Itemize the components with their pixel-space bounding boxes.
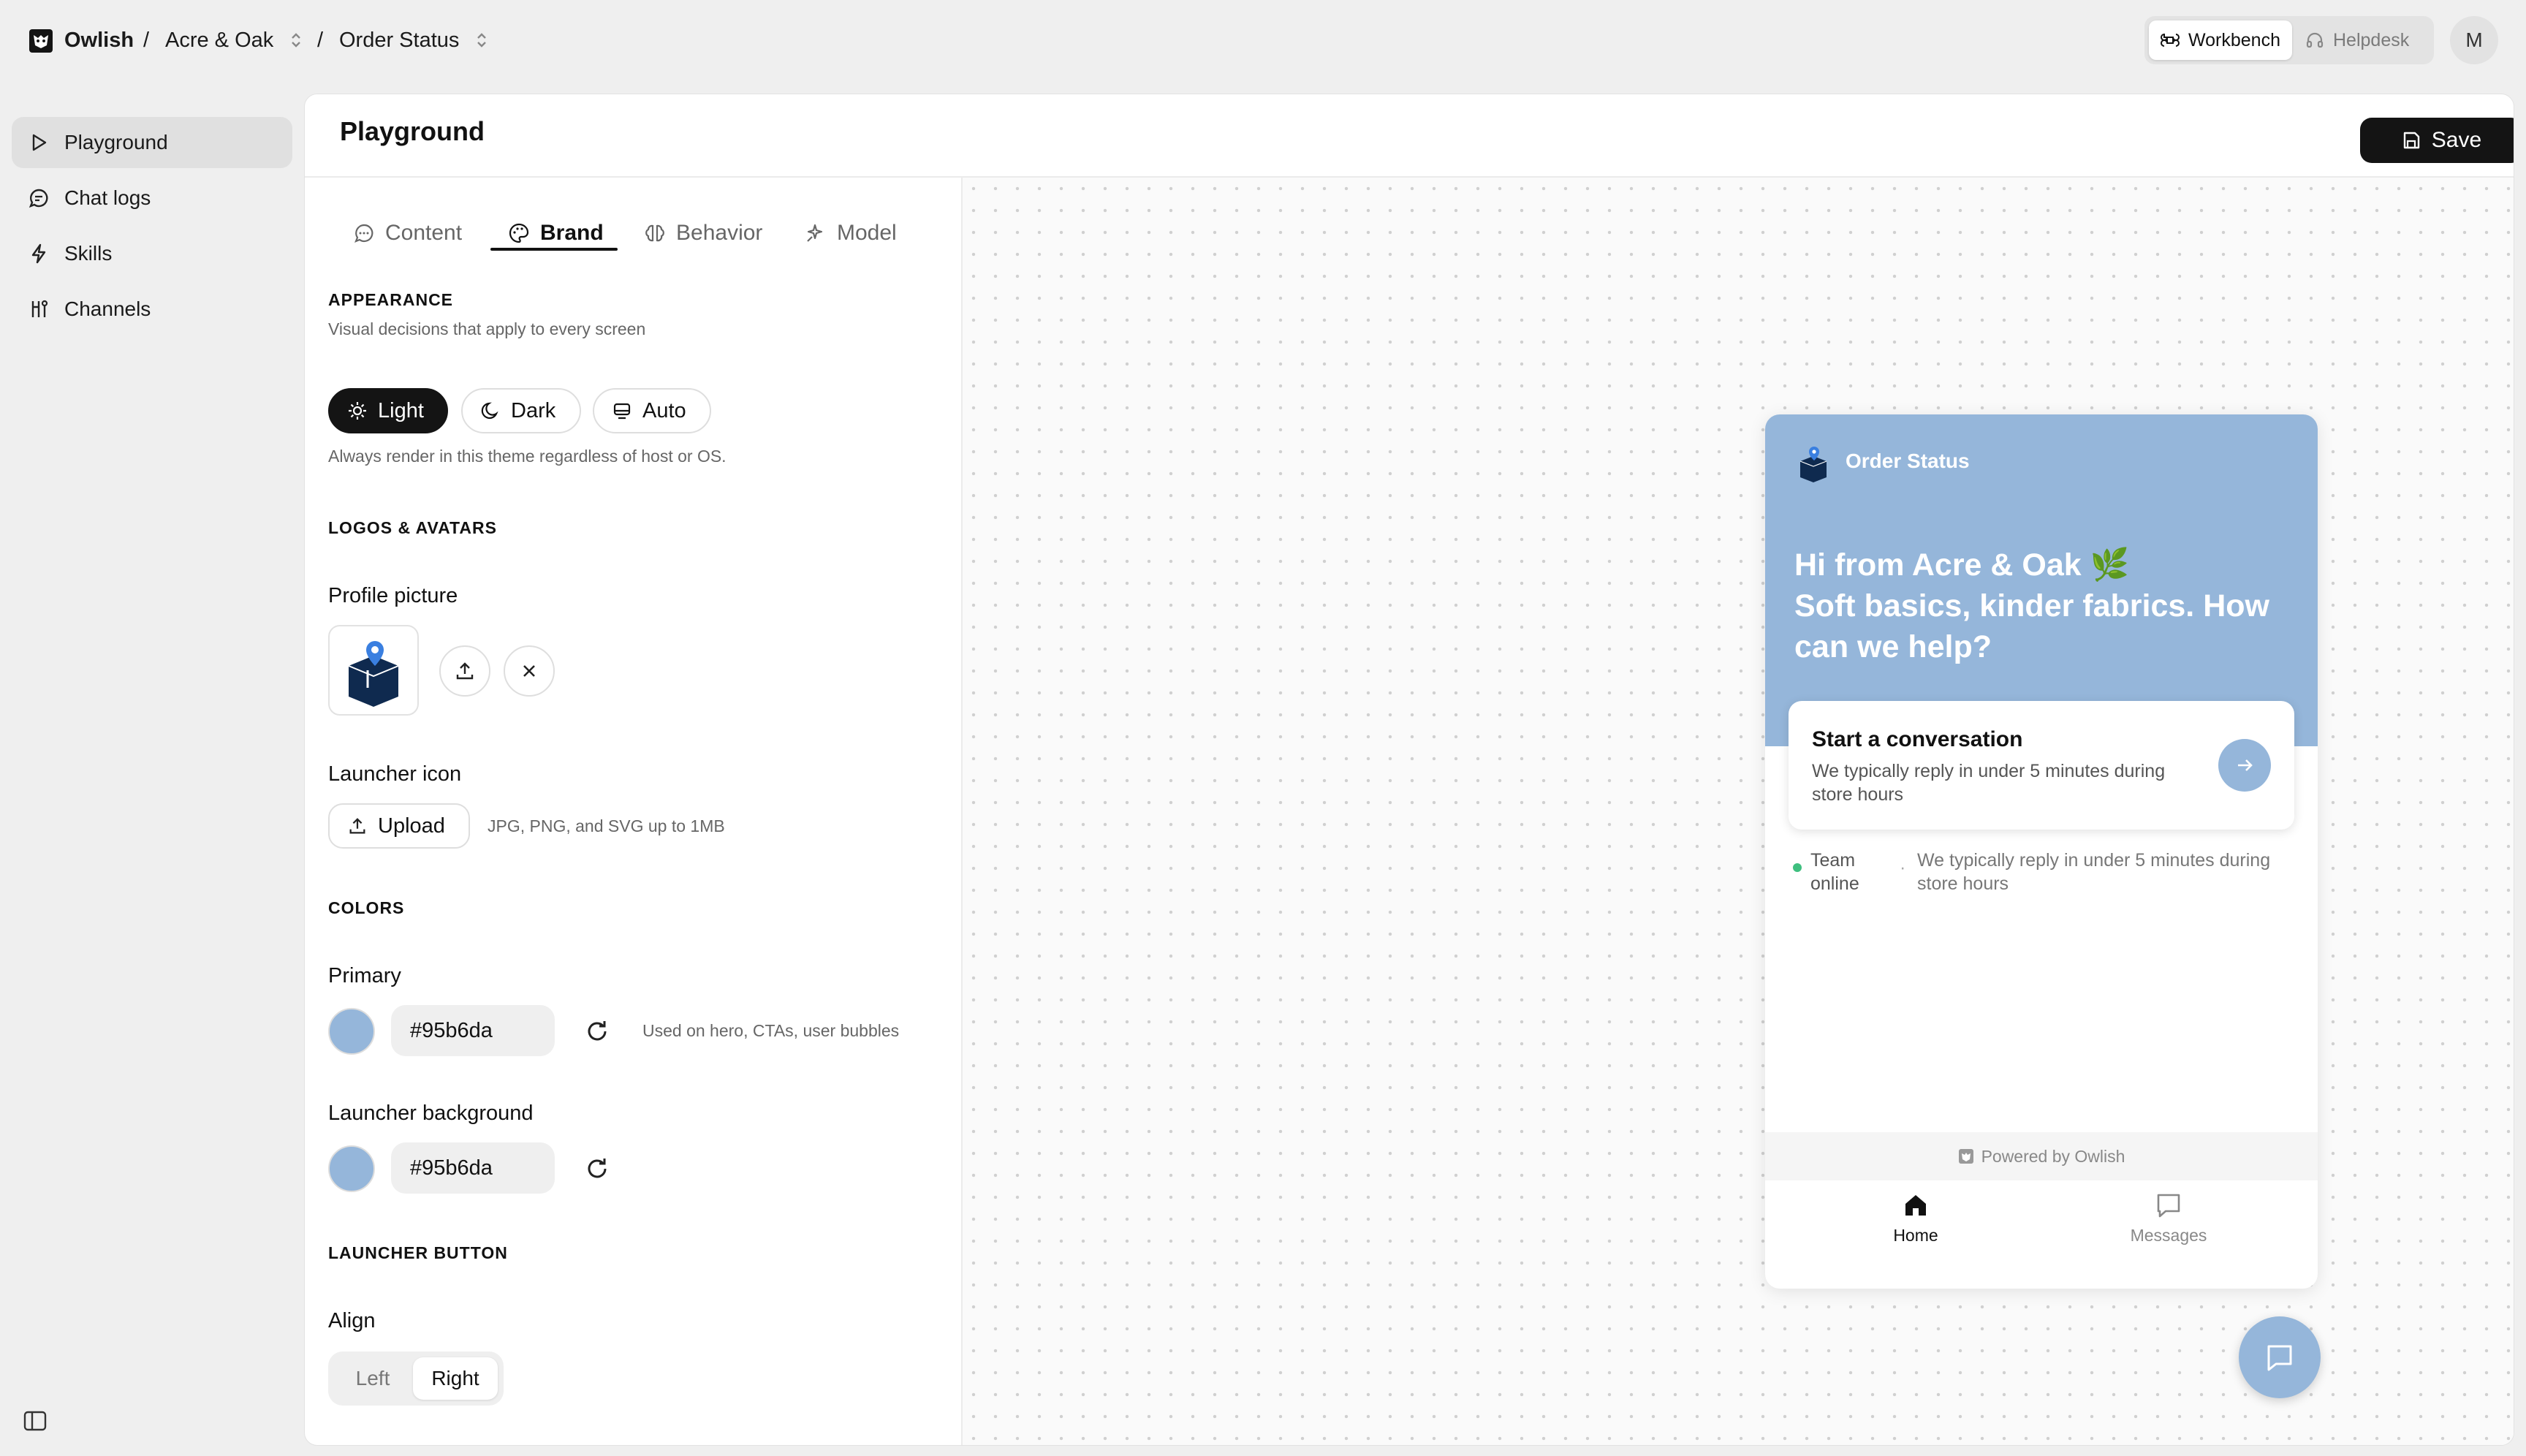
theme-auto-button[interactable]: Auto — [593, 388, 711, 433]
headset-icon — [2306, 32, 2324, 48]
user-avatar[interactable]: M — [2450, 16, 2498, 64]
active-tab-indicator — [490, 248, 618, 251]
breadcrumb-separator: / — [317, 28, 324, 52]
sun-icon — [349, 402, 366, 420]
tab-behavior[interactable]: Behavior — [644, 210, 762, 257]
chat-widget-preview: Order Status Hi from Acre & Oak 🌿 Soft b… — [1765, 414, 2318, 1289]
message-icon — [2267, 1345, 2292, 1371]
appearance-subtitle: Visual decisions that apply to every scr… — [328, 319, 646, 338]
logos-heading: LOGOS & AVATARS — [328, 518, 497, 537]
launcher-background-swatch[interactable] — [328, 1145, 375, 1192]
mode-switcher: Workbench Helpdesk — [2144, 16, 2434, 64]
sparkle-icon — [807, 224, 823, 242]
command-icon — [2161, 33, 2180, 47]
align-segmented-control: Left Right — [328, 1351, 504, 1406]
colors-heading: COLORS — [328, 898, 405, 917]
primary-color-swatch[interactable] — [328, 1008, 375, 1055]
theme-dark-button[interactable]: Dark — [461, 388, 581, 433]
close-icon — [523, 665, 535, 677]
primary-color-input[interactable]: #95b6da — [391, 1005, 555, 1056]
tab-model[interactable]: Model — [805, 210, 897, 257]
play-icon — [32, 134, 47, 151]
widget-hero: Order Status Hi from Acre & Oak 🌿 Soft b… — [1765, 414, 2318, 746]
appearance-heading: APPEARANCE — [328, 290, 454, 309]
theme-light-button[interactable]: Light — [328, 388, 448, 433]
channels-icon — [31, 300, 48, 317]
widget-greeting: Hi from Acre & Oak 🌿 Soft basics, kinder… — [1794, 547, 2269, 664]
launcher-button-preview[interactable] — [2239, 1316, 2321, 1398]
upload-hint: JPG, PNG, and SVG up to 1MB — [488, 816, 725, 835]
chevron-updown-icon — [477, 33, 487, 48]
message-icon — [2157, 1194, 2180, 1218]
workspace-switcher[interactable]: Acre & Oak — [165, 23, 304, 57]
workbench-tab[interactable]: Workbench — [2149, 20, 2292, 60]
palette-icon — [509, 223, 529, 243]
launcher-button-heading: LAUNCHER BUTTON — [328, 1243, 508, 1262]
align-label: Align — [328, 1309, 376, 1332]
workspace-name: Acre & Oak — [165, 28, 274, 52]
reset-launcher-color-icon[interactable] — [583, 1154, 612, 1183]
launcher-background-label: Launcher background — [328, 1102, 534, 1125]
playground-panel: Playground Save Content Brand Behavior M… — [304, 94, 2514, 1446]
start-conversation-button[interactable] — [2218, 739, 2271, 792]
save-button[interactable]: Save — [2360, 118, 2514, 163]
upload-profile-button[interactable] — [439, 645, 490, 697]
team-status: Team online · We typically reply in unde… — [1793, 849, 2290, 900]
page-switcher[interactable]: Order Status — [339, 23, 490, 57]
brand-name[interactable]: Owlish — [64, 23, 134, 57]
upload-icon — [456, 662, 474, 680]
sidebar-item-skills[interactable]: Skills — [12, 228, 292, 279]
sidebar-item-chat-logs[interactable]: Chat logs — [12, 172, 292, 224]
launcher-icon-label: Launcher icon — [328, 762, 462, 786]
sidebar-item-playground[interactable]: Playground — [12, 117, 292, 168]
sidebar-toggle-icon — [23, 1411, 47, 1431]
page-name: Order Status — [339, 28, 460, 52]
launcher-background-input[interactable]: #95b6da — [391, 1142, 555, 1194]
sidebar-item-channels[interactable]: Channels — [12, 284, 292, 335]
start-conversation-card[interactable]: Start a conversation We typically reply … — [1789, 701, 2294, 830]
profile-picture-preview — [328, 625, 419, 716]
online-dot — [1793, 863, 1802, 872]
brain-icon — [645, 224, 664, 242]
page-title: Playground — [340, 116, 485, 146]
widget-nav-messages[interactable]: Messages — [2095, 1191, 2242, 1271]
box-pin-avatar-icon — [348, 641, 399, 707]
save-icon — [2403, 132, 2419, 149]
breadcrumb-separator: / — [143, 28, 150, 52]
upload-launcher-button[interactable]: Upload — [328, 803, 470, 849]
collapse-sidebar-button[interactable] — [23, 1411, 47, 1431]
chevron-updown-icon — [292, 33, 301, 48]
align-right-option[interactable]: Right — [413, 1357, 498, 1400]
moon-icon — [481, 402, 498, 420]
home-icon — [1905, 1195, 1926, 1216]
owl-logo-icon — [29, 29, 53, 53]
primary-color-label: Primary — [328, 964, 401, 987]
powered-by-footer: Powered by Owlish — [1765, 1132, 2318, 1180]
widget-nav-home[interactable]: Home — [1843, 1191, 1989, 1271]
upload-icon — [349, 818, 365, 834]
tab-content[interactable]: Content — [353, 210, 462, 257]
arrow-right-icon — [2238, 759, 2253, 771]
align-left-option[interactable]: Left — [334, 1357, 411, 1400]
preview-canvas: Order Status Hi from Acre & Oak 🌿 Soft b… — [963, 178, 2514, 1445]
helpdesk-tab[interactable]: Helpdesk — [2294, 20, 2421, 60]
primary-color-hint: Used on hero, CTAs, user bubbles — [642, 1021, 900, 1040]
brand-logo[interactable] — [28, 28, 54, 54]
chat-bubble-icon — [354, 224, 373, 243]
box-pin-avatar-icon — [1799, 447, 1827, 482]
widget-title: Order Status — [1846, 450, 1970, 472]
monitor-icon — [613, 403, 631, 420]
bolt-icon — [31, 243, 46, 264]
owl-logo-icon — [1958, 1149, 1973, 1164]
reset-primary-color-icon[interactable] — [583, 1017, 612, 1046]
profile-picture-label: Profile picture — [328, 584, 458, 607]
chat-icon — [29, 189, 48, 208]
remove-profile-button[interactable] — [504, 645, 555, 697]
theme-hint: Always render in this theme regardless o… — [328, 447, 727, 466]
